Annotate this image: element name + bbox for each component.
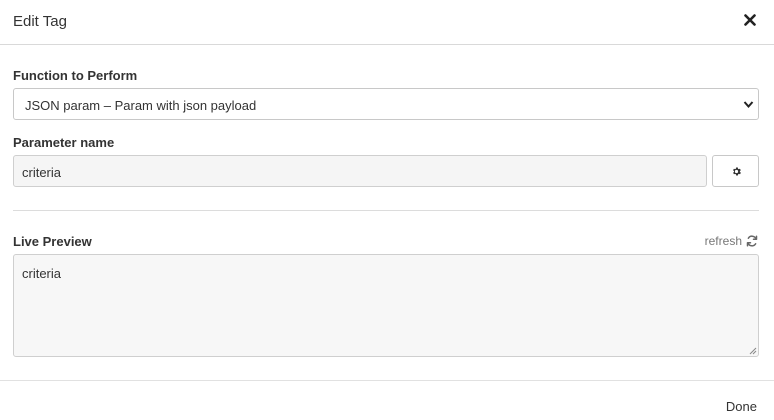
modal-title: Edit Tag xyxy=(13,13,67,30)
edit-tag-modal: Edit Tag Function to Perform JSON param … xyxy=(0,0,774,420)
gear-icon xyxy=(733,167,741,176)
parameter-name-value: criteria xyxy=(22,165,62,180)
parameter-settings-button[interactable] xyxy=(712,155,759,187)
refresh-label: refresh xyxy=(704,234,742,248)
refresh-icon xyxy=(746,235,758,247)
function-select[interactable]: JSON param – Param with json payload xyxy=(13,88,759,120)
live-preview-textarea[interactable]: criteria xyxy=(13,254,759,357)
live-preview-content: criteria xyxy=(22,266,62,281)
close-button[interactable] xyxy=(744,14,758,28)
close-icon xyxy=(744,14,756,26)
section-divider xyxy=(13,210,759,211)
resize-handle-icon[interactable] xyxy=(748,346,757,355)
function-label: Function to Perform xyxy=(13,68,138,83)
live-preview-label: Live Preview xyxy=(13,234,92,249)
chevron-down-icon xyxy=(743,101,754,109)
parameter-name-label: Parameter name xyxy=(13,135,115,150)
modal-header: Edit Tag xyxy=(0,0,774,45)
done-button[interactable]: Done xyxy=(726,399,757,414)
footer-divider xyxy=(0,380,774,381)
parameter-name-input[interactable]: criteria xyxy=(13,155,707,187)
refresh-link[interactable]: refresh xyxy=(705,234,758,248)
function-select-value: JSON param – Param with json payload xyxy=(25,98,257,113)
